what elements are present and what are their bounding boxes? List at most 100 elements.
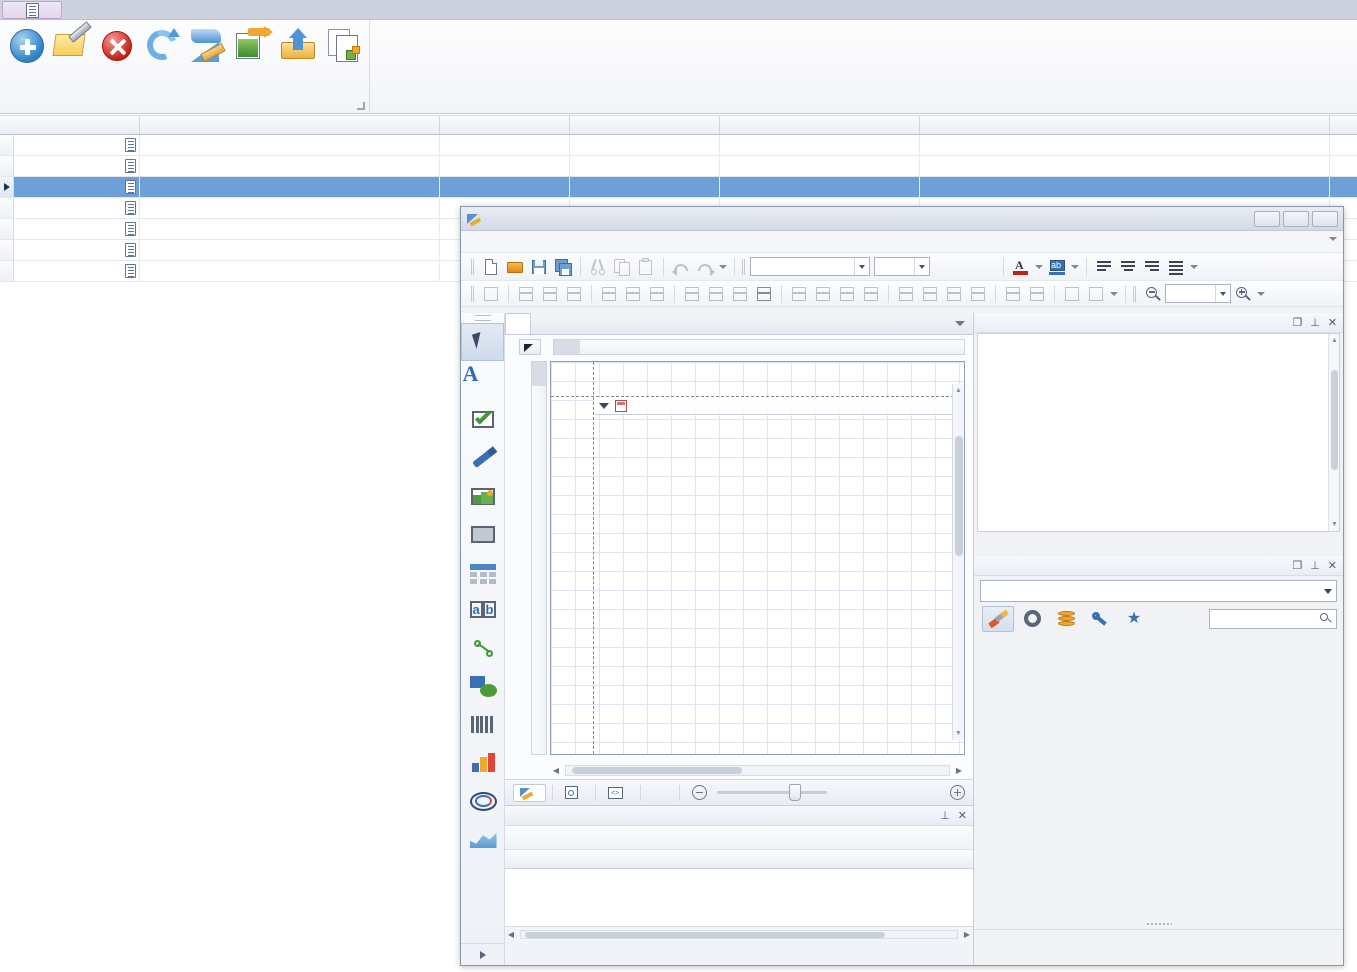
row-indicator[interactable]	[0, 261, 14, 281]
favorites-tab[interactable]: ★	[1118, 606, 1150, 632]
band-header-pageheader[interactable]	[595, 398, 964, 415]
tab-report-explorer-truncated[interactable]	[647, 791, 673, 795]
table-cell-naziv[interactable]	[140, 261, 440, 281]
font-color-icon[interactable]: A	[1010, 256, 1032, 278]
zoom-toolbar-overflow-icon[interactable]	[1255, 283, 1267, 305]
save-icon[interactable]	[528, 256, 550, 278]
dialog-launcher-icon[interactable]	[357, 102, 365, 110]
property-grid-panel[interactable]: ❐ ⊥ ✕ ★	[974, 556, 1343, 965]
restore-icon[interactable]: ❐	[1292, 559, 1302, 572]
zoom-out-icon[interactable]	[1142, 283, 1164, 305]
grid-column-header-nadrejeni-izpis[interactable]	[440, 116, 570, 134]
group-and-sort-panel[interactable]: ⊥ ✕ ◀ ▶	[505, 805, 973, 965]
grid-column-header-logname[interactable]	[720, 116, 920, 134]
align-bottoms-icon[interactable]	[646, 284, 668, 304]
table-cell-naziv[interactable]	[140, 177, 440, 197]
scroll-down-icon[interactable]: ▼	[955, 730, 962, 737]
property-grid-tab-strip[interactable]	[974, 941, 1343, 965]
canvas-vscroll-thumb[interactable]	[955, 436, 963, 556]
menu-item-edit[interactable]	[493, 240, 509, 244]
menu-bar[interactable]	[461, 231, 1343, 253]
align-rights-icon[interactable]	[563, 284, 585, 304]
behavior-tab[interactable]	[1016, 606, 1048, 632]
table-cell-datum[interactable]	[920, 135, 1330, 155]
appearance-tab[interactable]	[982, 605, 1014, 632]
row-indicator[interactable]	[0, 156, 14, 176]
new-document-icon[interactable]	[480, 256, 502, 278]
layout-toolbar[interactable]	[461, 281, 1343, 307]
menu-item-file[interactable]	[475, 240, 491, 244]
row-indicator[interactable]	[0, 177, 14, 197]
redo-icon[interactable]	[694, 256, 716, 278]
horizontal-spacing-decrease-icon[interactable]	[836, 284, 858, 304]
group-and-sort-toolbar[interactable]	[505, 826, 973, 850]
scroll-up-icon[interactable]: ▲	[955, 387, 962, 394]
line-tool[interactable]	[461, 627, 504, 665]
chevron-down-icon[interactable]	[1215, 285, 1230, 302]
property-grid-object-selector[interactable]	[980, 580, 1337, 602]
highlight-color-dropdown-icon[interactable]	[1069, 256, 1081, 278]
close-button[interactable]	[1312, 210, 1338, 227]
gauge-tool[interactable]	[461, 779, 504, 817]
menu-item-window[interactable]	[547, 240, 563, 244]
document-tab-buy-order-loterija[interactable]	[505, 313, 531, 334]
check-box-tool[interactable]	[461, 399, 504, 437]
make-same-width-icon[interactable]	[681, 284, 703, 304]
ribbon-button-edit[interactable]	[49, 21, 94, 92]
ribbon-button-delete[interactable]	[95, 24, 140, 92]
font-size-combo[interactable]	[874, 257, 930, 276]
report-explorer-scroll-thumb[interactable]	[1331, 370, 1338, 470]
hscroll-thumb[interactable]	[572, 766, 742, 774]
horizontal-spacing-increase-icon[interactable]	[812, 284, 834, 304]
cut-icon[interactable]	[587, 256, 609, 278]
canvas-vertical-scrollbar[interactable]: ▲ ▼	[952, 384, 964, 740]
table-cell-nadrejeni[interactable]	[440, 156, 570, 176]
table-cell-naziv[interactable]	[140, 135, 440, 155]
table-row[interactable]	[0, 177, 1357, 198]
horizontal-spacing-remove-icon[interactable]	[860, 284, 882, 304]
standard-toolbar[interactable]: A ab	[461, 253, 1343, 281]
group-and-sort-hscroll[interactable]: ◀ ▶	[505, 927, 973, 941]
table-row[interactable]	[0, 135, 1357, 156]
ribbon-button-refresh[interactable]	[140, 24, 185, 92]
scroll-right-icon[interactable]: ▶	[953, 764, 965, 776]
table-cell-izpis[interactable]	[14, 198, 140, 218]
scroll-right-icon[interactable]: ▶	[961, 928, 973, 940]
table-cell-logname[interactable]	[720, 135, 920, 155]
zoom-out-icon[interactable]	[692, 785, 707, 800]
grid-column-header-izpis[interactable]	[0, 116, 140, 134]
table-row[interactable]	[0, 156, 1357, 177]
row-indicator[interactable]	[0, 198, 14, 218]
align-center-icon[interactable]	[1117, 256, 1139, 278]
table-cell-jezik[interactable]	[570, 156, 720, 176]
gs-hscroll-thumb[interactable]	[525, 931, 885, 938]
zoom-in-icon[interactable]	[1232, 283, 1254, 305]
align-centers-icon[interactable]	[539, 284, 561, 304]
copy-icon[interactable]	[611, 256, 633, 278]
report-designer-title-bar[interactable]	[461, 207, 1343, 231]
undo-icon[interactable]	[670, 256, 692, 278]
bring-to-front-icon[interactable]	[1061, 284, 1083, 304]
ribbon-button-new[interactable]	[4, 24, 49, 92]
chart-tool[interactable]	[461, 741, 504, 779]
horizontal-spacing-make-equal-icon[interactable]	[788, 284, 810, 304]
toolbox-scroll-right-icon[interactable]	[461, 943, 504, 965]
pointer-tool[interactable]	[461, 323, 504, 361]
ribbon-button-export[interactable]	[276, 24, 321, 92]
table-cell-datum[interactable]	[920, 177, 1330, 197]
close-icon[interactable]: ✕	[1328, 559, 1337, 572]
toolbox-grip[interactable]	[461, 313, 504, 323]
property-search-input[interactable]	[1209, 608, 1337, 629]
row-indicator[interactable]	[0, 219, 14, 239]
zoom-combo[interactable]	[1165, 284, 1231, 303]
row-indicator[interactable]	[0, 135, 14, 155]
band-collapse-icon[interactable]	[599, 403, 609, 409]
table-cell-naziv[interactable]	[140, 198, 440, 218]
menu-item-view[interactable]	[511, 240, 527, 244]
italic-button[interactable]	[956, 256, 977, 277]
standard-toolbar-overflow-icon[interactable]	[717, 256, 729, 278]
vertical-spacing-make-equal-icon[interactable]	[895, 284, 917, 304]
table-cell-jezik[interactable]	[570, 135, 720, 155]
restore-icon[interactable]: ❐	[1292, 316, 1302, 329]
group-and-sort-rows[interactable]	[505, 869, 973, 927]
